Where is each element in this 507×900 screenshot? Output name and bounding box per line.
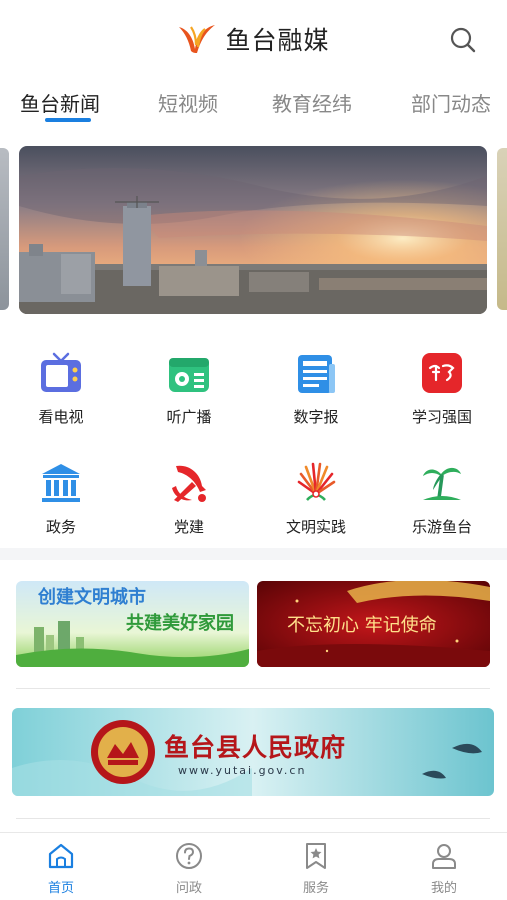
- nav-label: 我的: [430, 881, 457, 896]
- promo-left-line2: 共建美好家园: [126, 613, 234, 634]
- newspaper-icon: [298, 355, 335, 393]
- grid-item-enjoy-yutai[interactable]: 乐游鱼台: [387, 460, 497, 537]
- government-url: www.yutai.gov.cn: [178, 764, 307, 777]
- nav-label: 服务: [302, 881, 329, 896]
- nav-label: 首页: [47, 881, 74, 896]
- government-title: 鱼台县人民政府: [164, 733, 347, 762]
- grid-label: 党建: [173, 518, 204, 536]
- carousel-next-slide[interactable]: [497, 148, 507, 310]
- nav-mine[interactable]: 我的: [404, 841, 484, 896]
- party-emblem-icon: [172, 465, 206, 502]
- swallow-logo-icon: [179, 25, 216, 53]
- search-icon[interactable]: [449, 26, 477, 54]
- brand: 鱼台融媒: [177, 21, 329, 57]
- grid-item-digital-newspaper[interactable]: 数字报: [261, 350, 371, 427]
- section-divider: [0, 548, 507, 560]
- grid-item-civilization-practice[interactable]: 文明实践: [261, 460, 371, 537]
- nav-service[interactable]: 服务: [276, 841, 356, 896]
- nav-home[interactable]: 首页: [21, 841, 101, 896]
- grid-item-party-building[interactable]: 党建: [134, 460, 244, 537]
- carousel-banner-image[interactable]: [19, 146, 487, 314]
- city-sunset-photo: [19, 146, 487, 314]
- grid-label: 文明实践: [285, 518, 346, 536]
- government-portal-banner[interactable]: 鱼台县人民政府 www.yutai.gov.cn: [12, 708, 494, 796]
- app-title: 鱼台融媒: [225, 26, 330, 55]
- promo-never-forget-mission[interactable]: 不忘初心 牢记使命: [257, 581, 490, 667]
- promo-right-text: 不忘初心 牢记使命: [287, 615, 437, 636]
- tab-short-video[interactable]: 短视频: [158, 88, 218, 117]
- promo-civilized-city[interactable]: 创建文明城市 共建美好家园: [16, 581, 249, 667]
- grid-item-watch-tv[interactable]: 看电视: [6, 350, 116, 427]
- radio-icon: [169, 358, 209, 392]
- grid-label: 看电视: [38, 408, 84, 426]
- grid-item-xuexi-qiangguo[interactable]: 学习强国: [387, 350, 497, 427]
- civilization-emblem-icon: [297, 462, 336, 501]
- home-icon: [48, 843, 74, 869]
- grid-label: 数字报: [293, 408, 339, 426]
- question-icon: [176, 843, 202, 869]
- tv-icon: [41, 352, 81, 392]
- grid-label: 乐游鱼台: [411, 518, 472, 536]
- grid-item-government-affairs[interactable]: 政务: [6, 460, 116, 537]
- palm-tree-icon: [423, 467, 461, 500]
- promo-left-line1: 创建文明城市: [38, 587, 146, 608]
- government-building-icon: [42, 464, 80, 502]
- tab-yutai-news[interactable]: 鱼台新闻: [20, 88, 100, 117]
- bottom-navigation: 首页 问政 服务 我的: [0, 832, 507, 900]
- tab-department-news[interactable]: 部门动态: [411, 88, 491, 117]
- divider: [16, 688, 490, 689]
- grid-label: 学习强国: [411, 408, 472, 426]
- divider: [16, 818, 490, 819]
- app-header: 鱼台融媒: [0, 0, 507, 78]
- grid-item-listen-radio[interactable]: 听广播: [134, 350, 244, 427]
- nav-inquiry[interactable]: 问政: [149, 841, 229, 896]
- bookmark-star-icon: [306, 843, 326, 869]
- grid-label: 听广播: [166, 408, 212, 426]
- user-icon: [432, 844, 456, 869]
- carousel-prev-slide[interactable]: [0, 148, 9, 310]
- active-tab-indicator: [45, 118, 91, 122]
- grid-label: 政务: [45, 518, 76, 536]
- xuexi-icon: [422, 353, 462, 393]
- nav-label: 问政: [175, 881, 202, 896]
- tab-education[interactable]: 教育经纬: [272, 88, 352, 117]
